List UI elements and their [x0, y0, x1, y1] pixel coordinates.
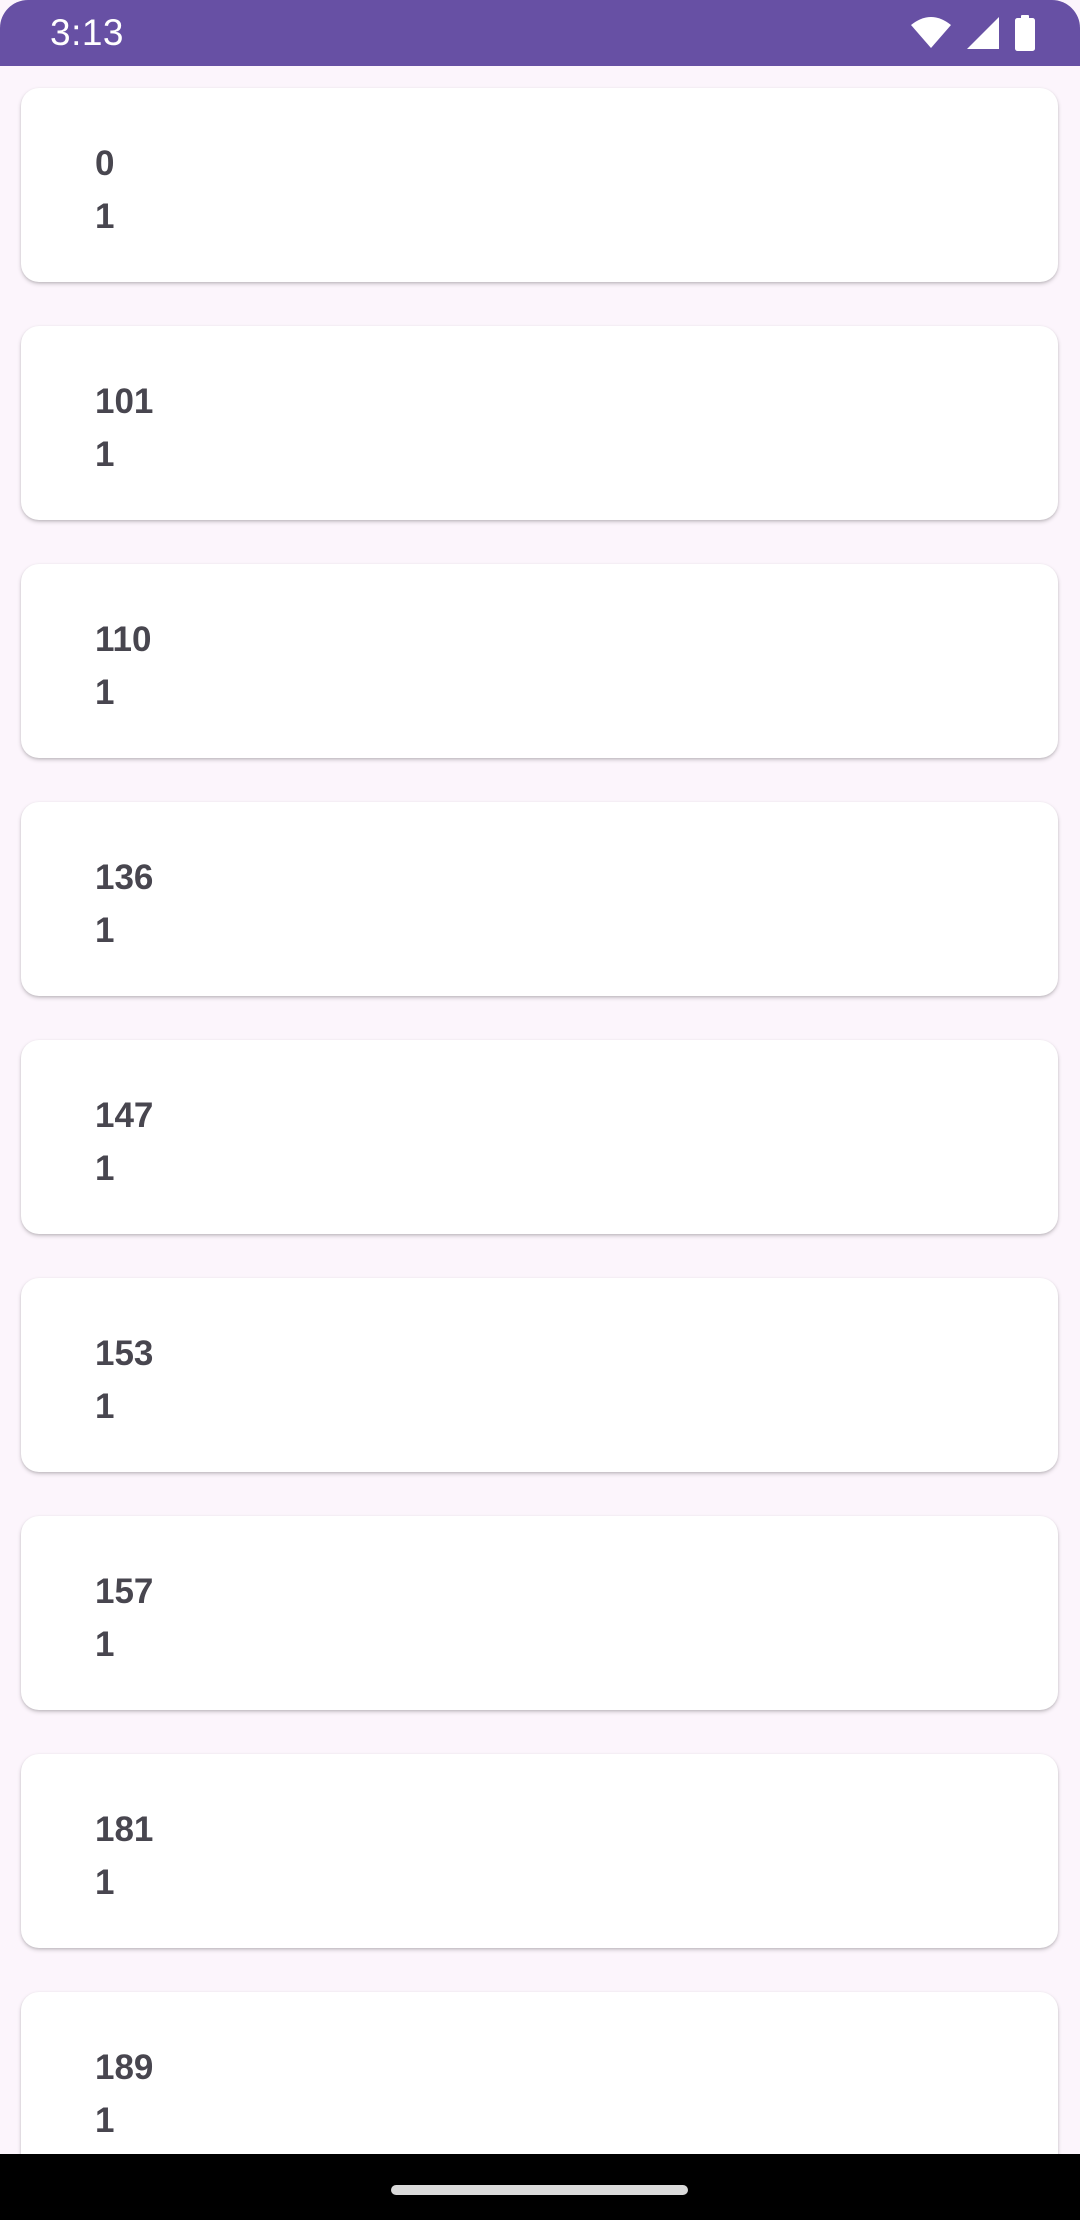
list-item[interactable]: 110 1 [21, 564, 1058, 758]
list-item-subtitle: 1 [95, 197, 115, 236]
navigation-bar [0, 2154, 1080, 2220]
list-item-text: 110 1 [95, 613, 151, 719]
list-item-title: 136 [95, 858, 154, 897]
list-item[interactable]: 157 1 [21, 1516, 1058, 1710]
list-item-subtitle: 1 [95, 1625, 115, 1664]
list-item-subtitle: 1 [95, 1387, 115, 1426]
cellular-signal-icon [966, 16, 1000, 50]
list-item-title: 101 [95, 382, 154, 421]
status-bar: 3:13 [0, 0, 1080, 66]
list-item-title: 153 [95, 1334, 154, 1373]
list-item-subtitle: 1 [95, 911, 115, 950]
home-gesture-handle[interactable] [391, 2185, 688, 2195]
list-item-text: 189 1 [95, 2041, 153, 2147]
list-item-title: 110 [95, 620, 152, 659]
list-item-title: 0 [95, 144, 115, 183]
list-item[interactable]: 0 1 [21, 88, 1058, 282]
status-time: 3:13 [50, 12, 125, 53]
app-screen: 3:13 0 1 101 1 110 1 136 1 147 1 153 1 1… [0, 0, 1080, 2220]
list-item[interactable]: 136 1 [21, 802, 1058, 996]
list-item-subtitle: 1 [95, 673, 115, 712]
list-item-title: 157 [95, 1572, 154, 1611]
list-item-title: 189 [95, 2048, 154, 2087]
list-item-subtitle: 1 [95, 1863, 115, 1902]
list-item-text: 101 1 [95, 375, 153, 481]
list-item-subtitle: 1 [95, 1149, 115, 1188]
list-item-text: 136 1 [95, 851, 153, 957]
list-item[interactable]: 181 1 [21, 1754, 1058, 1948]
list-item[interactable]: 189 1 [21, 1992, 1058, 2154]
list-item-text: 181 1 [95, 1803, 153, 1909]
list-item[interactable]: 147 1 [21, 1040, 1058, 1234]
item-list[interactable]: 0 1 101 1 110 1 136 1 147 1 153 1 157 1 … [0, 66, 1080, 2154]
list-item-text: 157 1 [95, 1565, 153, 1671]
list-item-subtitle: 1 [95, 2101, 115, 2140]
list-item-text: 0 1 [95, 137, 114, 243]
list-item-text: 153 1 [95, 1327, 153, 1433]
battery-icon [1014, 15, 1036, 51]
list-item-title: 181 [95, 1810, 154, 1849]
wifi-icon [910, 17, 952, 49]
list-item[interactable]: 101 1 [21, 326, 1058, 520]
list-item-text: 147 1 [95, 1089, 153, 1195]
status-icons [910, 15, 1036, 51]
list-item-title: 147 [95, 1096, 154, 1135]
list-item-subtitle: 1 [95, 435, 115, 474]
list-item[interactable]: 153 1 [21, 1278, 1058, 1472]
